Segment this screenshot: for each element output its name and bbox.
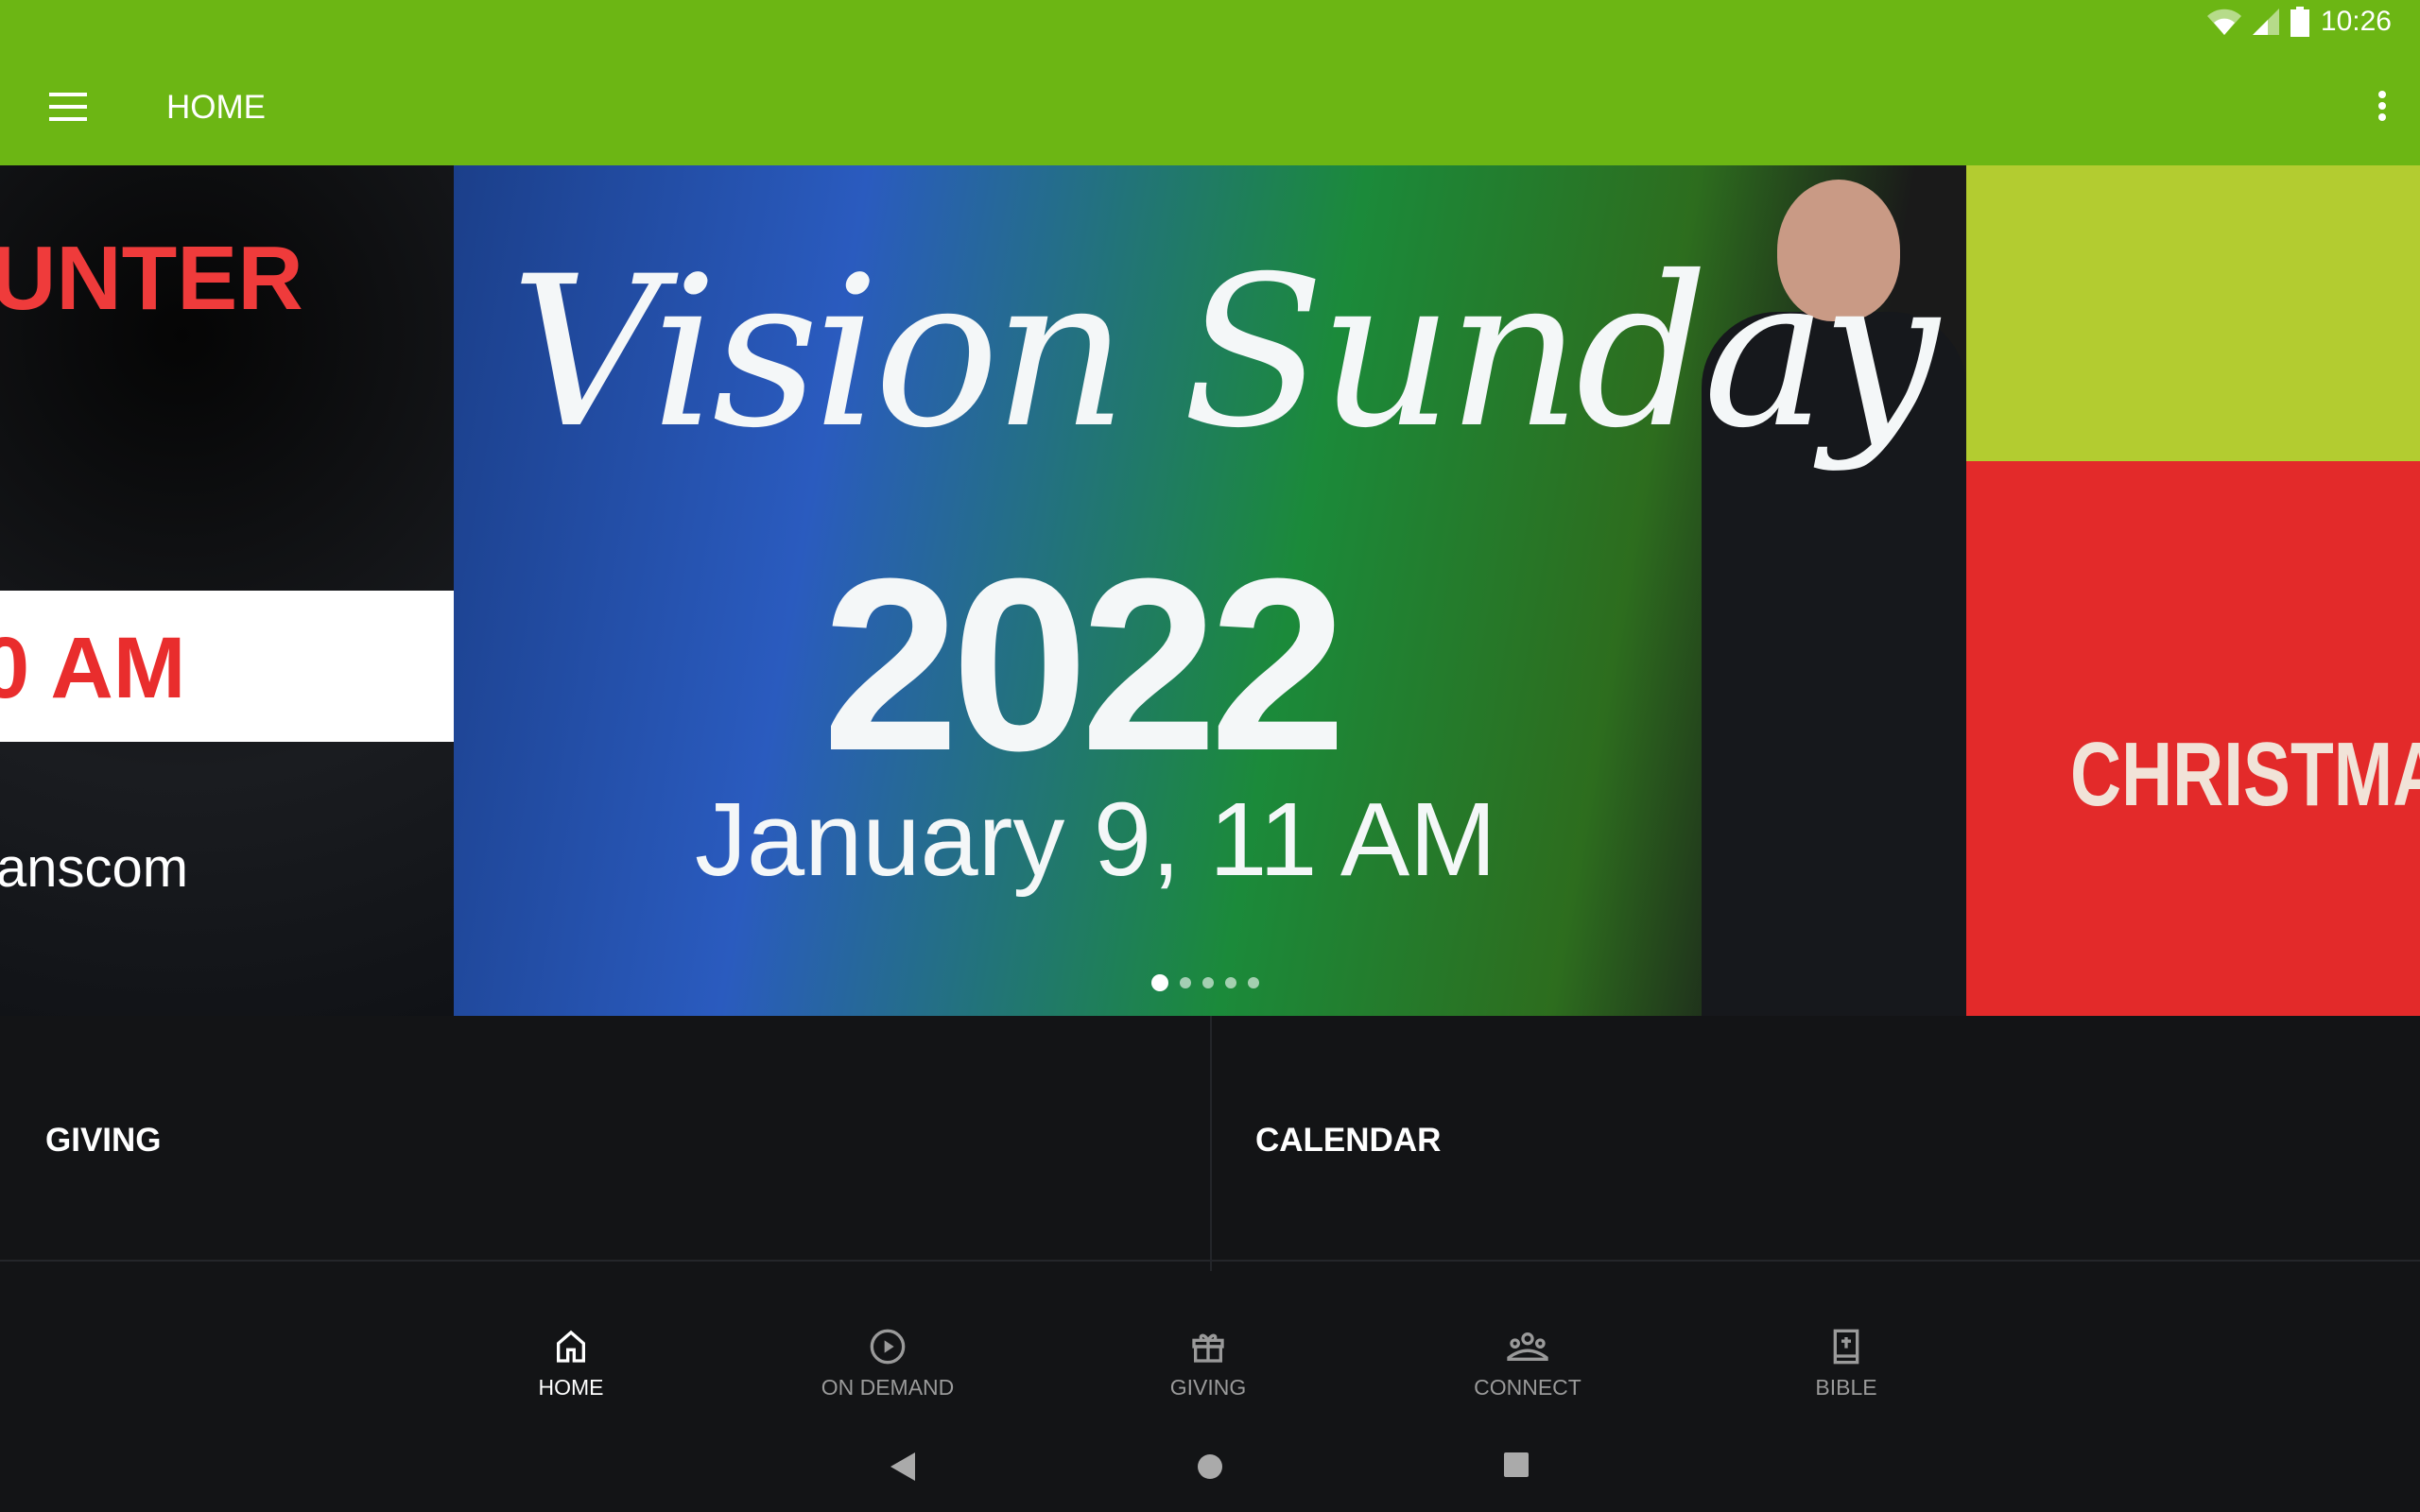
- slide-text: UNTER: [0, 228, 303, 329]
- page-dot[interactable]: [1225, 977, 1236, 988]
- bible-icon: [1833, 1329, 1859, 1365]
- signal-icon: [2252, 9, 2279, 35]
- nav-home[interactable]: HOME: [467, 1328, 675, 1400]
- page-dot[interactable]: [1248, 977, 1259, 988]
- carousel-slide-next[interactable]: CHRISTMAS: [1966, 165, 2420, 1016]
- play-circle-icon: [870, 1329, 906, 1365]
- battery-icon: [2290, 7, 2309, 37]
- tile-label: CALENDAR: [1255, 1122, 1442, 1159]
- nav-label: CONNECT: [1474, 1375, 1582, 1400]
- status-bar: 10:26: [0, 0, 2420, 47]
- page-title: HOME: [166, 89, 266, 126]
- gift-icon: [1192, 1333, 1224, 1363]
- app-bar: HOME: [0, 47, 2420, 165]
- clock: 10:26: [2320, 6, 2392, 37]
- calendar-tile[interactable]: CALENDAR: [1212, 1016, 2420, 1262]
- nav-label: GIVING: [1169, 1375, 1247, 1400]
- nav-giving[interactable]: GIVING: [1104, 1328, 1312, 1400]
- bottom-nav: HOME ON DEMAND GIVING CONNECT BIBLE: [0, 1262, 2420, 1432]
- giving-tile[interactable]: GIVING: [0, 1016, 1210, 1262]
- wifi-icon: [2206, 9, 2241, 35]
- page-dot[interactable]: [1180, 977, 1191, 988]
- slide-title: Vision Sunday: [510, 232, 1939, 473]
- nav-connect[interactable]: CONNECT: [1424, 1328, 1632, 1400]
- back-icon[interactable]: [890, 1452, 917, 1481]
- carousel-indicator: [1151, 974, 1259, 991]
- nav-on-demand[interactable]: ON DEMAND: [784, 1328, 992, 1400]
- hamburger-icon[interactable]: [49, 93, 87, 121]
- carousel[interactable]: UNTER 0 AM anscom Vision Sunday 2022 Jan…: [0, 165, 2420, 1016]
- divider: [1210, 1016, 1212, 1271]
- tile-label: GIVING: [45, 1122, 162, 1159]
- slide-text: anscom: [0, 837, 189, 899]
- home-circle-icon[interactable]: [1197, 1452, 1223, 1481]
- nav-label: BIBLE: [1815, 1375, 1877, 1400]
- slide-date: January 9, 11 AM: [695, 782, 1496, 898]
- more-vert-icon[interactable]: [2363, 85, 2401, 127]
- group-icon: [1507, 1332, 1548, 1361]
- nav-label: ON DEMAND: [821, 1375, 955, 1400]
- carousel-slide-prev[interactable]: UNTER 0 AM anscom: [0, 165, 454, 1016]
- slide-title: CHRISTMAS: [2070, 724, 2420, 825]
- system-nav-bar: [0, 1432, 2420, 1512]
- recents-icon[interactable]: [1504, 1452, 1529, 1477]
- slide-text: 0 AM: [0, 620, 186, 716]
- nav-bible[interactable]: BIBLE: [1742, 1328, 1950, 1400]
- page-dot[interactable]: [1202, 977, 1214, 988]
- page-dot[interactable]: [1151, 974, 1168, 991]
- carousel-slide-current[interactable]: Vision Sunday 2022 January 9, 11 AM: [454, 165, 1966, 1016]
- nav-label: HOME: [538, 1375, 604, 1400]
- slide-year: 2022: [822, 528, 1346, 802]
- home-icon: [557, 1330, 585, 1363]
